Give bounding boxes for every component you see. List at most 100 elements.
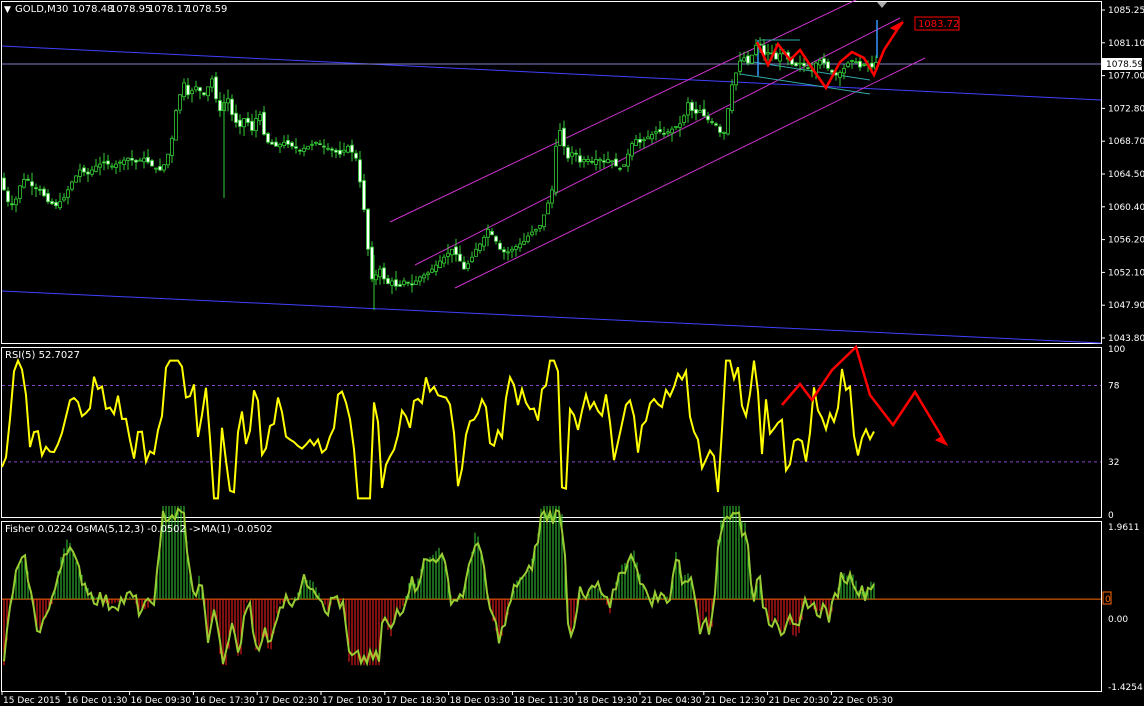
price-y-tick-label: 1077.00	[1108, 72, 1144, 82]
candle-body	[522, 240, 526, 245]
candle-body	[42, 188, 46, 197]
trading-chart: 1085.25 1081.10 1077.00 1072.80 1068.70 1064.…	[1, 0, 1144, 706]
rsi-y-tick-label: 0	[1108, 511, 1114, 521]
candle-body	[638, 138, 642, 143]
candle-body	[838, 71, 842, 78]
candle-body	[86, 171, 90, 175]
candle-body	[302, 147, 306, 152]
candle-body	[142, 157, 146, 163]
candle-body	[290, 142, 294, 147]
rsi-panel	[1, 344, 1101, 500]
candle-body	[630, 143, 634, 157]
candle-body	[202, 92, 206, 96]
candle-body	[294, 146, 298, 149]
candle-body	[198, 87, 202, 92]
candle-body	[830, 69, 834, 73]
candle-body	[478, 243, 482, 251]
price-y-tick-label: 1085.25	[1108, 6, 1144, 16]
scroll-marker-icon[interactable]	[877, 2, 887, 8]
price-y-tick-label: 1072.80	[1108, 104, 1144, 114]
candle-body	[530, 231, 534, 236]
candle-body	[750, 54, 754, 64]
candle-body	[18, 185, 22, 199]
candle-body	[370, 246, 374, 280]
candle-body	[146, 156, 150, 163]
axes: 1085.25 1081.10 1077.00 1072.80 1068.70 1064.…	[1, 6, 1144, 706]
candle-body	[662, 132, 666, 135]
candle-body	[862, 64, 866, 66]
candle-body	[78, 169, 82, 177]
candle-body	[342, 149, 346, 153]
candle-body	[310, 143, 314, 146]
candle-body	[346, 145, 350, 153]
candle-body	[474, 248, 478, 257]
x-tick-label: 16 Dec 17:30	[194, 696, 255, 706]
price-panel-frame	[1, 1, 1102, 344]
candle-body	[438, 260, 442, 268]
x-tick-label: 18 Dec 03:30	[450, 696, 511, 706]
x-tick-label: 18 Dec 19:30	[577, 696, 638, 706]
candle-body	[138, 159, 142, 162]
channel-upper-line	[389, 0, 857, 223]
candle-body	[466, 263, 470, 269]
candle-body	[798, 62, 802, 65]
candle-body	[98, 163, 102, 168]
candle-body	[182, 82, 186, 98]
candle-body	[266, 133, 270, 143]
candle-body	[778, 53, 782, 62]
candle-body	[846, 62, 850, 67]
x-tick-label: 22 Dec 05:30	[832, 696, 893, 706]
price-y-tick-label: 1047.90	[1108, 301, 1144, 311]
rsi-panel-title: RSI(5) 52.7027	[5, 350, 80, 361]
x-tick-label: 17 Dec 02:30	[258, 696, 319, 706]
price-y-tick-label: 1043.80	[1108, 334, 1144, 344]
candle-body	[246, 117, 250, 123]
rsi-forecast-zigzag	[781, 344, 944, 438]
candle-body	[826, 61, 830, 69]
chart-title-arrow-icon[interactable]: ▼	[4, 5, 11, 15]
candle-body	[518, 243, 522, 249]
candle-body	[2, 177, 6, 191]
candle-body	[802, 62, 806, 67]
candle-body	[426, 272, 430, 276]
candle-body	[174, 110, 178, 141]
candle-body	[362, 180, 366, 211]
channel-lower-line	[454, 57, 926, 289]
candle-body	[730, 84, 734, 111]
candle-body	[558, 130, 562, 146]
zero-marker-label: 0	[1105, 595, 1111, 605]
candle-body	[582, 159, 586, 163]
candle-body	[590, 161, 594, 163]
candle-body	[870, 62, 874, 68]
lower-trendline	[1, 290, 1102, 344]
candle-body	[506, 251, 510, 254]
candle-body	[114, 163, 118, 168]
candle-body	[842, 67, 846, 74]
x-tick-label: 17 Dec 18:30	[386, 696, 447, 706]
candle-body	[262, 111, 266, 135]
candle-body	[234, 112, 238, 123]
candle-body	[398, 284, 402, 287]
candle-body	[170, 137, 174, 156]
candle-body	[14, 198, 18, 206]
candle-body	[502, 249, 506, 253]
candle-body	[534, 229, 538, 232]
candle-body	[394, 279, 398, 287]
candle-body	[610, 160, 614, 163]
candle-body	[58, 201, 62, 209]
candle-body	[554, 145, 558, 193]
candle-body	[358, 159, 362, 183]
candle-body	[526, 235, 530, 242]
candle-body	[130, 157, 134, 161]
candle-body	[338, 149, 342, 155]
candle-body	[430, 268, 434, 273]
candle-body	[578, 155, 582, 163]
candle-body	[102, 161, 106, 164]
candle-body	[490, 231, 494, 236]
candle-body	[314, 141, 318, 144]
candle-body	[546, 202, 550, 215]
candle-body	[458, 253, 462, 262]
candle-body	[66, 189, 70, 198]
fisher-panel-title: Fisher 0.0224 OsMA(5,12,3) -0.0502 ->MA(…	[5, 524, 272, 535]
candle-body	[350, 144, 354, 153]
